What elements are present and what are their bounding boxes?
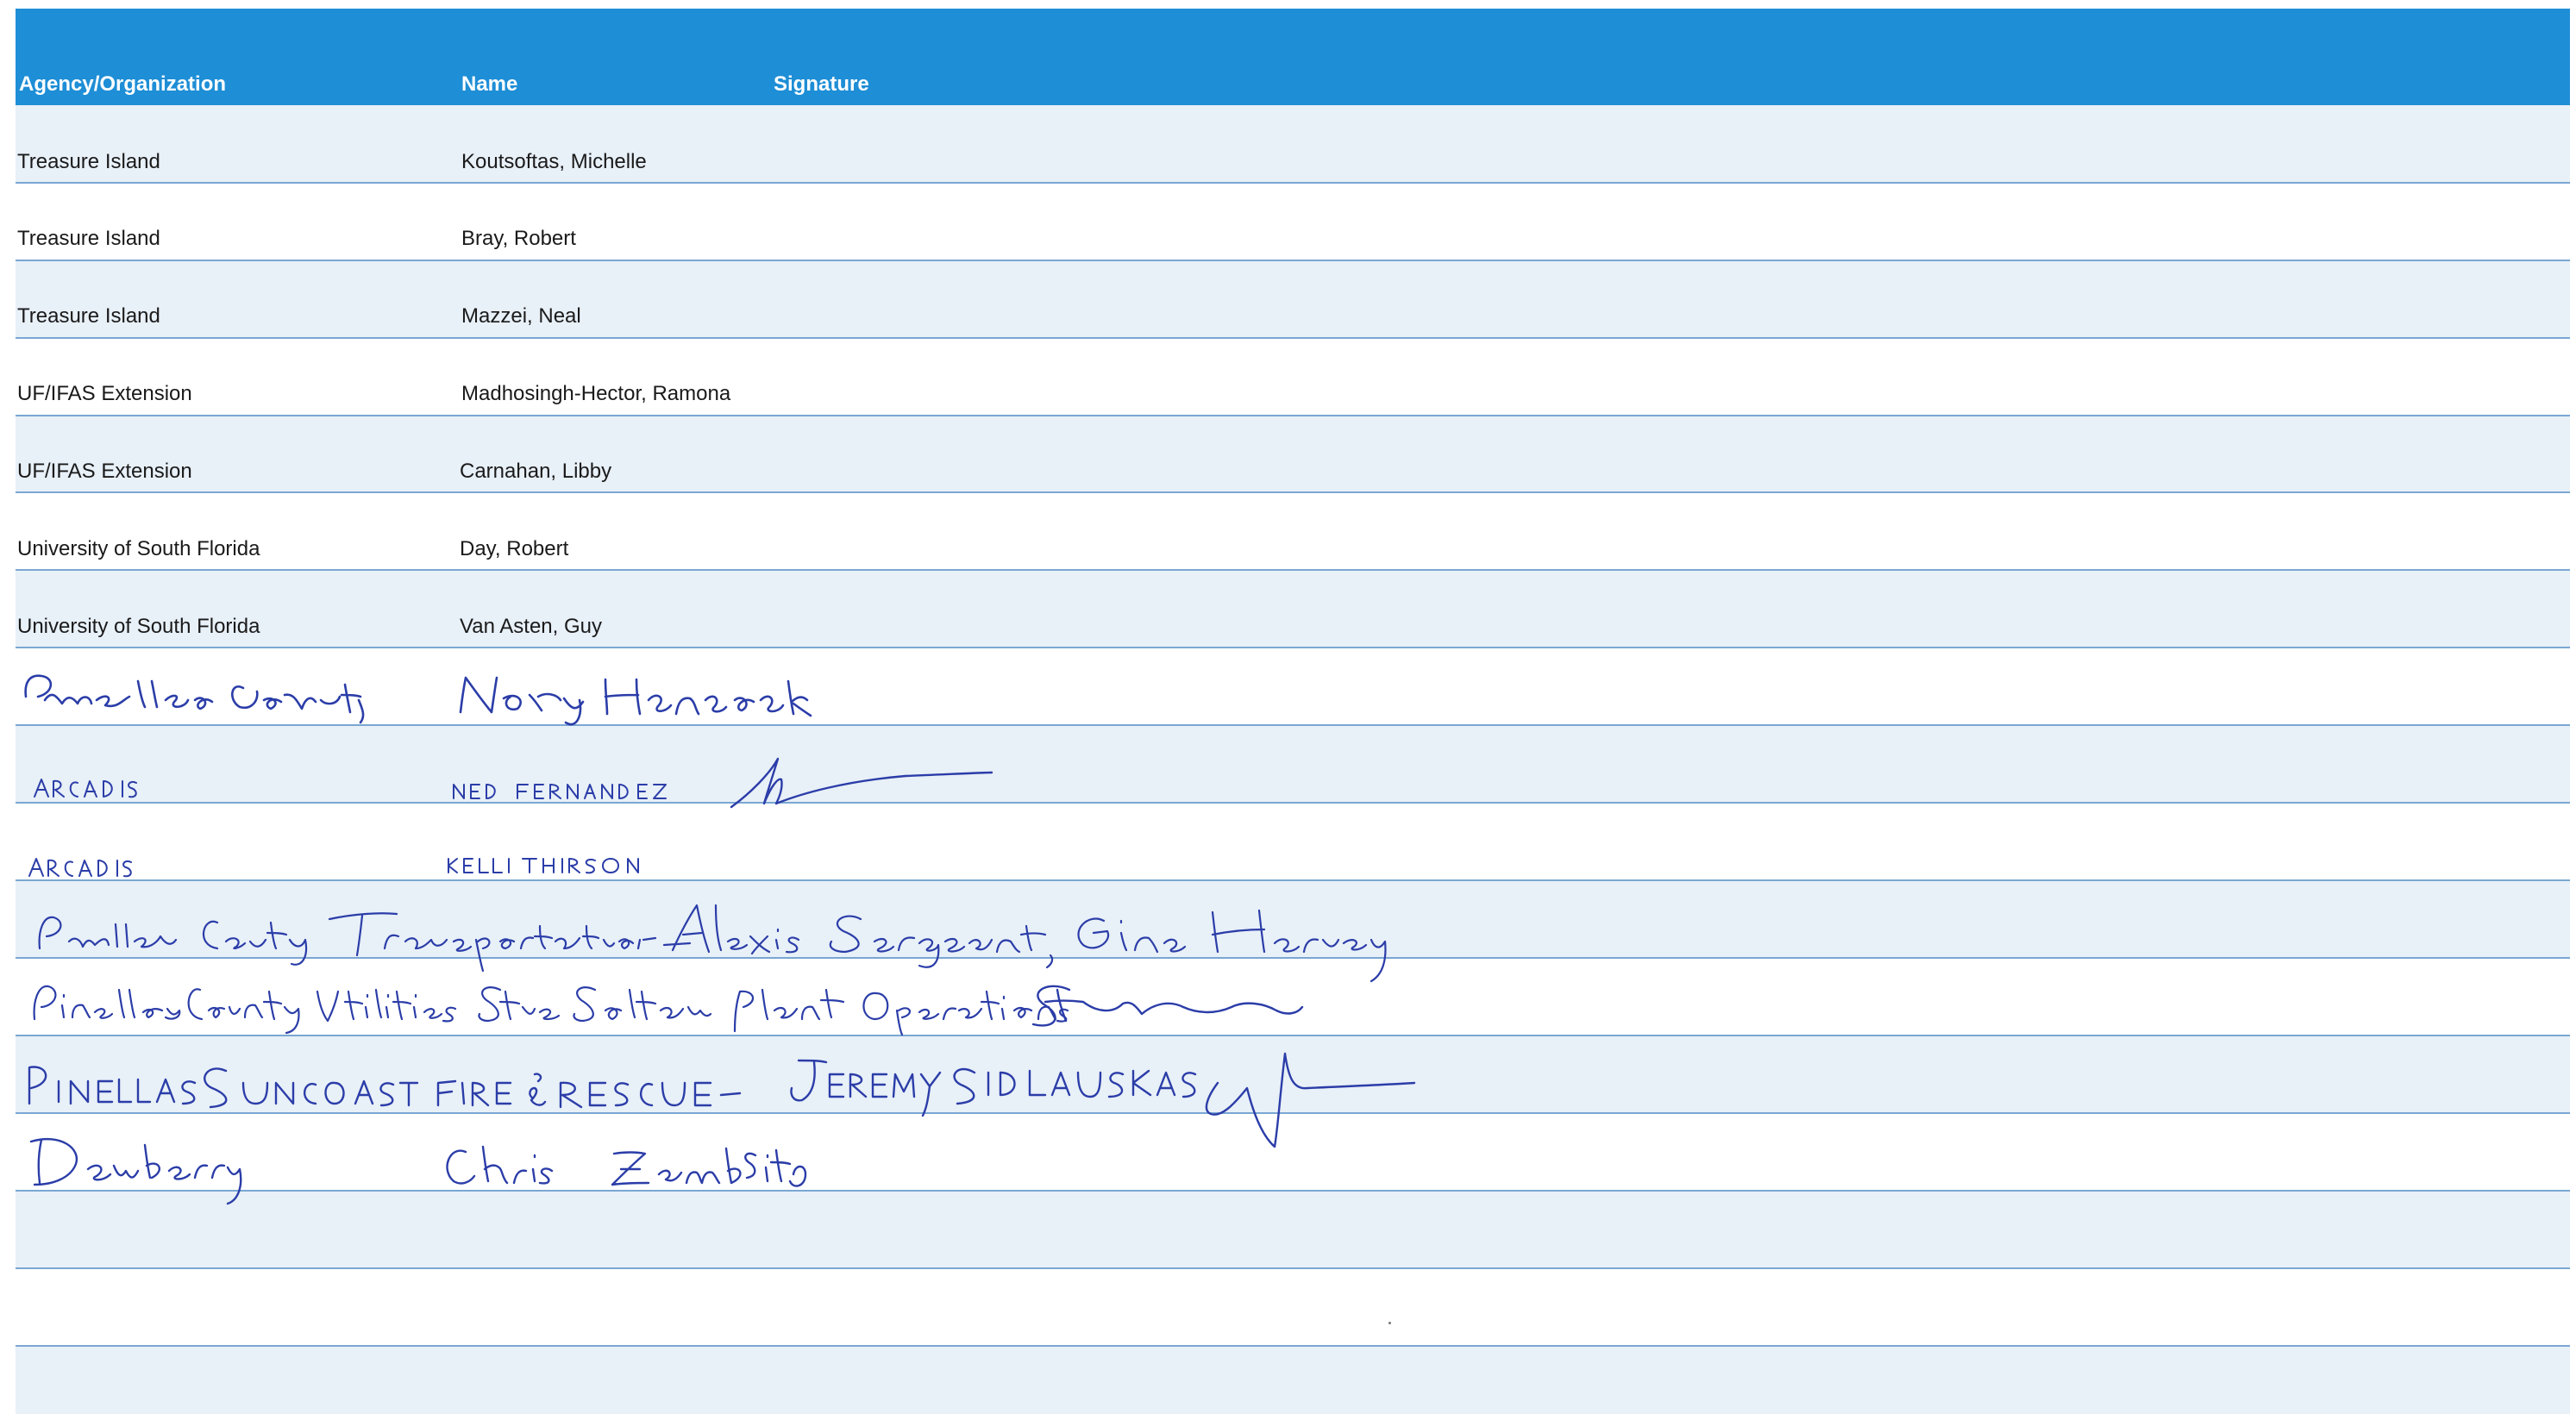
signature-jeremy-sidlauskas: [1205, 1052, 1416, 1148]
handwritten-name-jeremy-sidlauskas: [790, 1059, 1197, 1117]
handwritten-name-plant-operations: [733, 988, 1069, 1036]
handwritten-agency-pinellas-county: [24, 674, 365, 724]
handwritten-entries: [24, 674, 1416, 1205]
handwritten-agency-arcadis-2: [28, 858, 132, 878]
handwritten-name-kelli-thirson: [448, 858, 639, 874]
handwritten-name-nory-hancock: [459, 676, 812, 726]
signature-steve-soltau: [1031, 985, 1304, 1027]
handwritten-agency-arcadis-1: [34, 779, 137, 798]
signature-ned-fernandez: [730, 757, 993, 809]
handwritten-agency-pinellas-suncoast-fire-rescue: [28, 1066, 742, 1109]
handwritten-name-steve-soltau: [478, 986, 712, 1023]
handwritten-agency-pinellas-county-utilities: [33, 985, 457, 1035]
handwritten-name-chris-zambito: [446, 1145, 807, 1187]
handwritten-name-alexis-sergeant-gina-harvey: [671, 904, 1387, 983]
handwritten-name-ned-fernandez: [453, 784, 667, 799]
handwritten-agency-pinellas-county-transportation: [38, 912, 692, 973]
scan-speck: [1388, 1322, 1391, 1324]
handwritten-agency-dewberry: [29, 1137, 242, 1205]
sign-in-sheet: Agency/Organization Name Signature Treas…: [0, 0, 2576, 1414]
